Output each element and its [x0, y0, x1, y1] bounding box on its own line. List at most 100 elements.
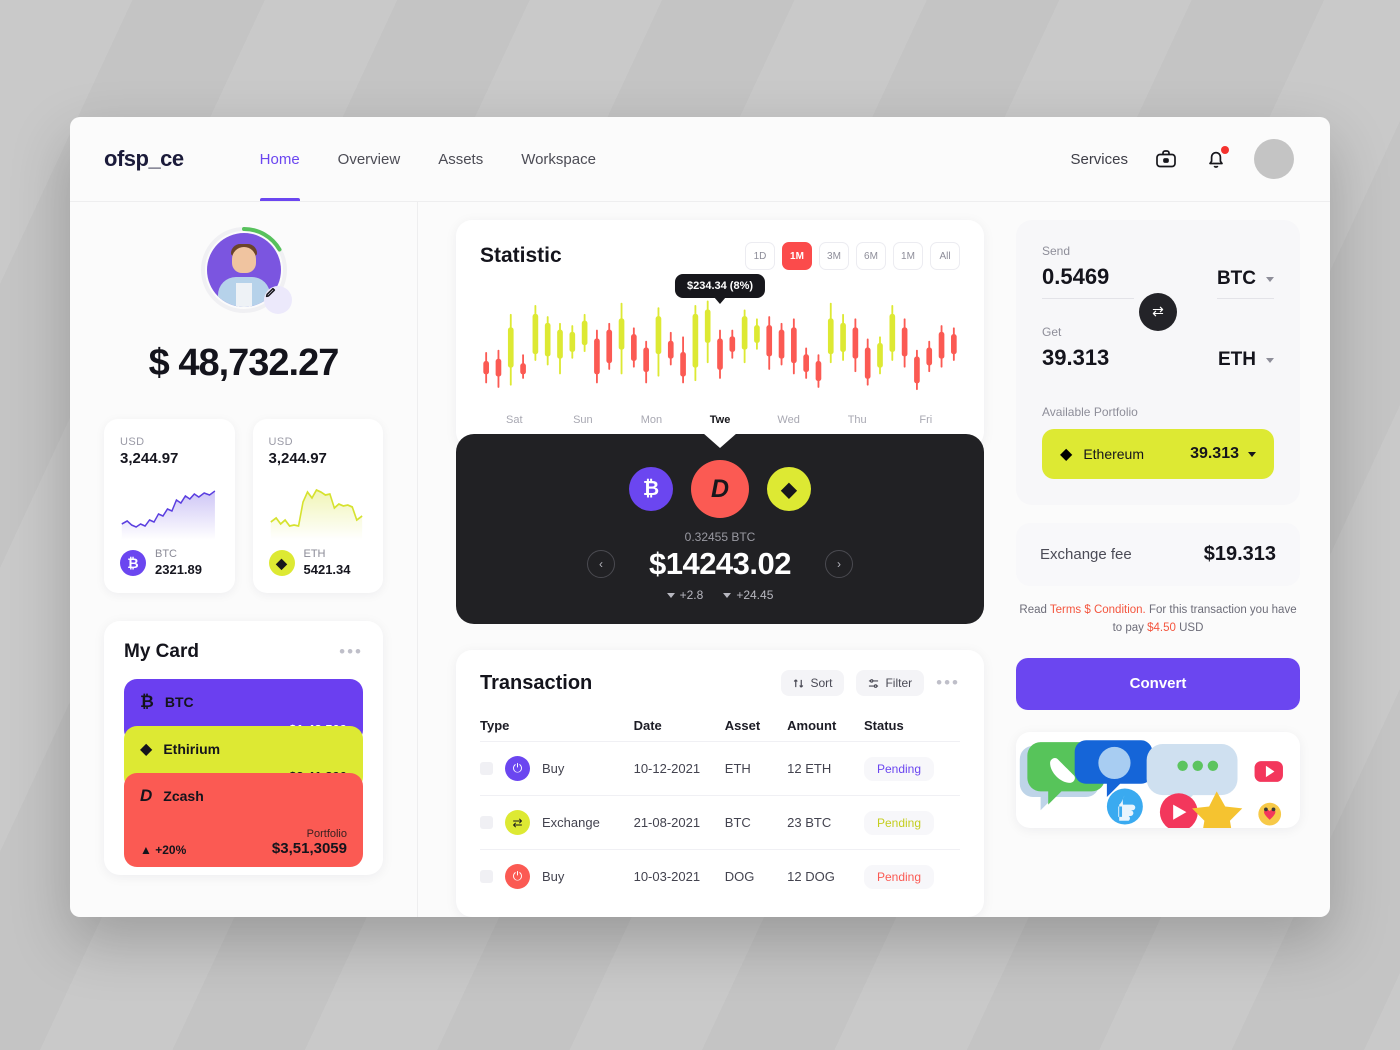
table-row[interactable]: ⏻ Buy 10-12-2021 ETH 12 ETH Pending	[480, 741, 960, 796]
caret-down-icon	[723, 592, 732, 598]
mini-card-footer: ◆ ETH 5421.34	[268, 548, 368, 578]
coin-btc-button[interactable]: ₿	[629, 467, 673, 511]
table-row[interactable]: ⇄ Exchange 21-08-2021 BTC 23 BTC Pending	[480, 795, 960, 850]
row-checkbox[interactable]	[480, 762, 493, 775]
terms-text: Read Terms $ Condition. For this transac…	[1016, 602, 1300, 638]
portfolio-asset-amount: 39.313	[1190, 445, 1239, 462]
stacked-card-name: BTC	[164, 694, 194, 710]
fee-value: $19.313	[1203, 543, 1276, 565]
range-1m-active[interactable]: 1M	[782, 242, 812, 270]
axis-label-fri: Fri	[919, 414, 933, 426]
cell-type: ⏻ Buy	[480, 741, 634, 796]
candles-svg	[483, 300, 957, 391]
nav-item-overview[interactable]: Overview	[338, 117, 401, 201]
statistic-card: Statistic 1D 1M 3M 6M 1M All $234.34 (8%…	[456, 220, 984, 448]
table-row[interactable]: ⏻ Buy 10-03-2021 DOG 12 DOG Pending	[480, 849, 960, 903]
cell-date: 10-03-2021	[633, 849, 725, 903]
filter-icon	[869, 678, 879, 688]
main-content: $ 48,732.27 USD 3,244.97 ₿ BTC 2321.89 U…	[70, 202, 1330, 917]
chevron-left-icon[interactable]: ‹	[586, 550, 615, 578]
zcash-glyph-icon: D	[140, 786, 153, 805]
row-checkbox[interactable]	[480, 870, 493, 883]
social-icons-banner[interactable]	[1016, 731, 1300, 828]
range-3m[interactable]: 3M	[819, 242, 849, 270]
coin-deltas: +2.8 +24.45	[480, 588, 960, 602]
terms-suffix: USD	[1175, 621, 1204, 634]
delta-second: +24.45	[723, 588, 773, 602]
nav-item-workspace[interactable]: Workspace	[521, 117, 596, 201]
exchange-fee-card: Exchange fee $19.313	[1016, 523, 1300, 586]
transaction-card: Transaction Sort Filter ••• Type Date As…	[456, 650, 984, 917]
statistic-title: Statistic	[480, 244, 562, 267]
get-field: Get 39.313 ETH	[1042, 325, 1274, 379]
mini-card-currency: USD	[268, 436, 293, 448]
notification-badge	[1221, 146, 1229, 154]
cell-amount: 23 BTC	[787, 795, 864, 850]
mini-stat-cards: USD 3,244.97 ₿ BTC 2321.89 USD 3,244.97 …	[104, 419, 383, 593]
get-currency-select[interactable]: ETH	[1218, 349, 1274, 379]
chevron-right-icon[interactable]: ›	[825, 550, 854, 578]
power-icon: ⏻	[505, 864, 530, 889]
statistic-header: Statistic 1D 1M 3M 6M 1M All	[480, 242, 960, 270]
stacked-card-name: Zcash	[163, 788, 204, 804]
ethereum-icon: ◆	[1060, 446, 1073, 463]
convert-button[interactable]: Convert	[1016, 657, 1300, 710]
coin-dash-button[interactable]: D	[691, 460, 749, 518]
get-input[interactable]: 39.313	[1042, 345, 1134, 379]
delta-first: +2.8	[666, 588, 703, 602]
coin-main-amount: $14243.02	[648, 546, 792, 581]
range-all[interactable]: All	[930, 242, 960, 270]
cell-status: Pending	[863, 741, 960, 796]
top-bar-actions: Services	[1070, 139, 1294, 179]
filter-button[interactable]: Filter	[856, 670, 925, 696]
coin-eth-button[interactable]: ◆	[767, 467, 811, 511]
mini-card-btc[interactable]: USD 3,244.97 ₿ BTC 2321.89	[104, 419, 235, 593]
row-checkbox[interactable]	[480, 816, 493, 829]
exchange-card: Send 0.5469 BTC Get 39.313 ETH ⇄ Availab…	[1016, 220, 1300, 505]
row-type-label: Buy	[542, 761, 565, 776]
sort-button[interactable]: Sort	[781, 670, 845, 696]
nav-item-assets[interactable]: Assets	[438, 117, 483, 201]
transaction-table: Type Date Asset Amount Status ⏻ Buy 10-1…	[480, 710, 960, 903]
promo-illustration	[1019, 739, 1283, 828]
range-6m[interactable]: 6M	[856, 242, 886, 270]
right-sidebar: Send 0.5469 BTC Get 39.313 ETH ⇄ Availab…	[1000, 202, 1330, 917]
nav-item-home[interactable]: Home	[259, 117, 300, 201]
axis-label-twe: Twe	[709, 414, 731, 426]
more-dots-icon[interactable]: •••	[936, 673, 960, 693]
mini-card-symbol: BTC	[155, 548, 177, 560]
send-currency-select[interactable]: BTC	[1216, 268, 1274, 299]
main-nav: Home Overview Assets Workspace	[259, 117, 596, 201]
app-window: ofsp_ce Home Overview Assets Workspace S…	[70, 117, 1330, 917]
send-input[interactable]: 0.5469	[1042, 264, 1134, 299]
range-1d[interactable]: 1D	[745, 242, 775, 270]
cell-date: 21-08-2021	[633, 795, 725, 850]
chevron-down-icon	[1266, 357, 1274, 363]
send-label: Send	[1042, 244, 1071, 258]
btc-coin-icon: ₿	[120, 550, 146, 576]
more-dots-icon[interactable]: •••	[339, 642, 363, 662]
exchange-fields: Send 0.5469 BTC Get 39.313 ETH ⇄	[1042, 244, 1274, 379]
portfolio-asset-name: Ethereum	[1083, 446, 1145, 462]
services-link[interactable]: Services	[1070, 151, 1128, 168]
briefcase-icon[interactable]	[1154, 147, 1178, 171]
edit-profile-icon[interactable]	[263, 286, 292, 314]
axis-label-mon: Mon	[640, 414, 663, 426]
stacked-card-zcash[interactable]: D Zcash ▲ +20% Portfolio $3,51,3059	[124, 773, 363, 867]
swap-arrows-icon[interactable]: ⇄	[1139, 292, 1177, 331]
app-logo[interactable]: ofsp_ce	[104, 146, 184, 172]
eth-glyph-icon: ◆	[140, 741, 153, 758]
chevron-down-icon	[1266, 276, 1274, 282]
terms-prefix: Read	[1019, 604, 1050, 616]
profile-avatar-ring	[198, 224, 292, 316]
range-1m[interactable]: 1M	[893, 242, 923, 270]
portfolio-ethereum-selector[interactable]: ◆ Ethereum 39.313	[1042, 429, 1274, 479]
bell-icon[interactable]	[1204, 146, 1229, 171]
user-avatar[interactable]	[1254, 139, 1294, 179]
terms-link[interactable]: Terms $ Condition.	[1050, 604, 1146, 616]
fee-label: Exchange fee	[1040, 546, 1132, 563]
mini-card-eth[interactable]: USD 3,244.97 ◆ ETH 5421.34	[252, 419, 383, 593]
cell-asset: ETH	[724, 741, 788, 796]
chevron-down-icon	[1248, 451, 1256, 457]
time-range-selector: 1D 1M 3M 6M 1M All	[745, 242, 960, 270]
